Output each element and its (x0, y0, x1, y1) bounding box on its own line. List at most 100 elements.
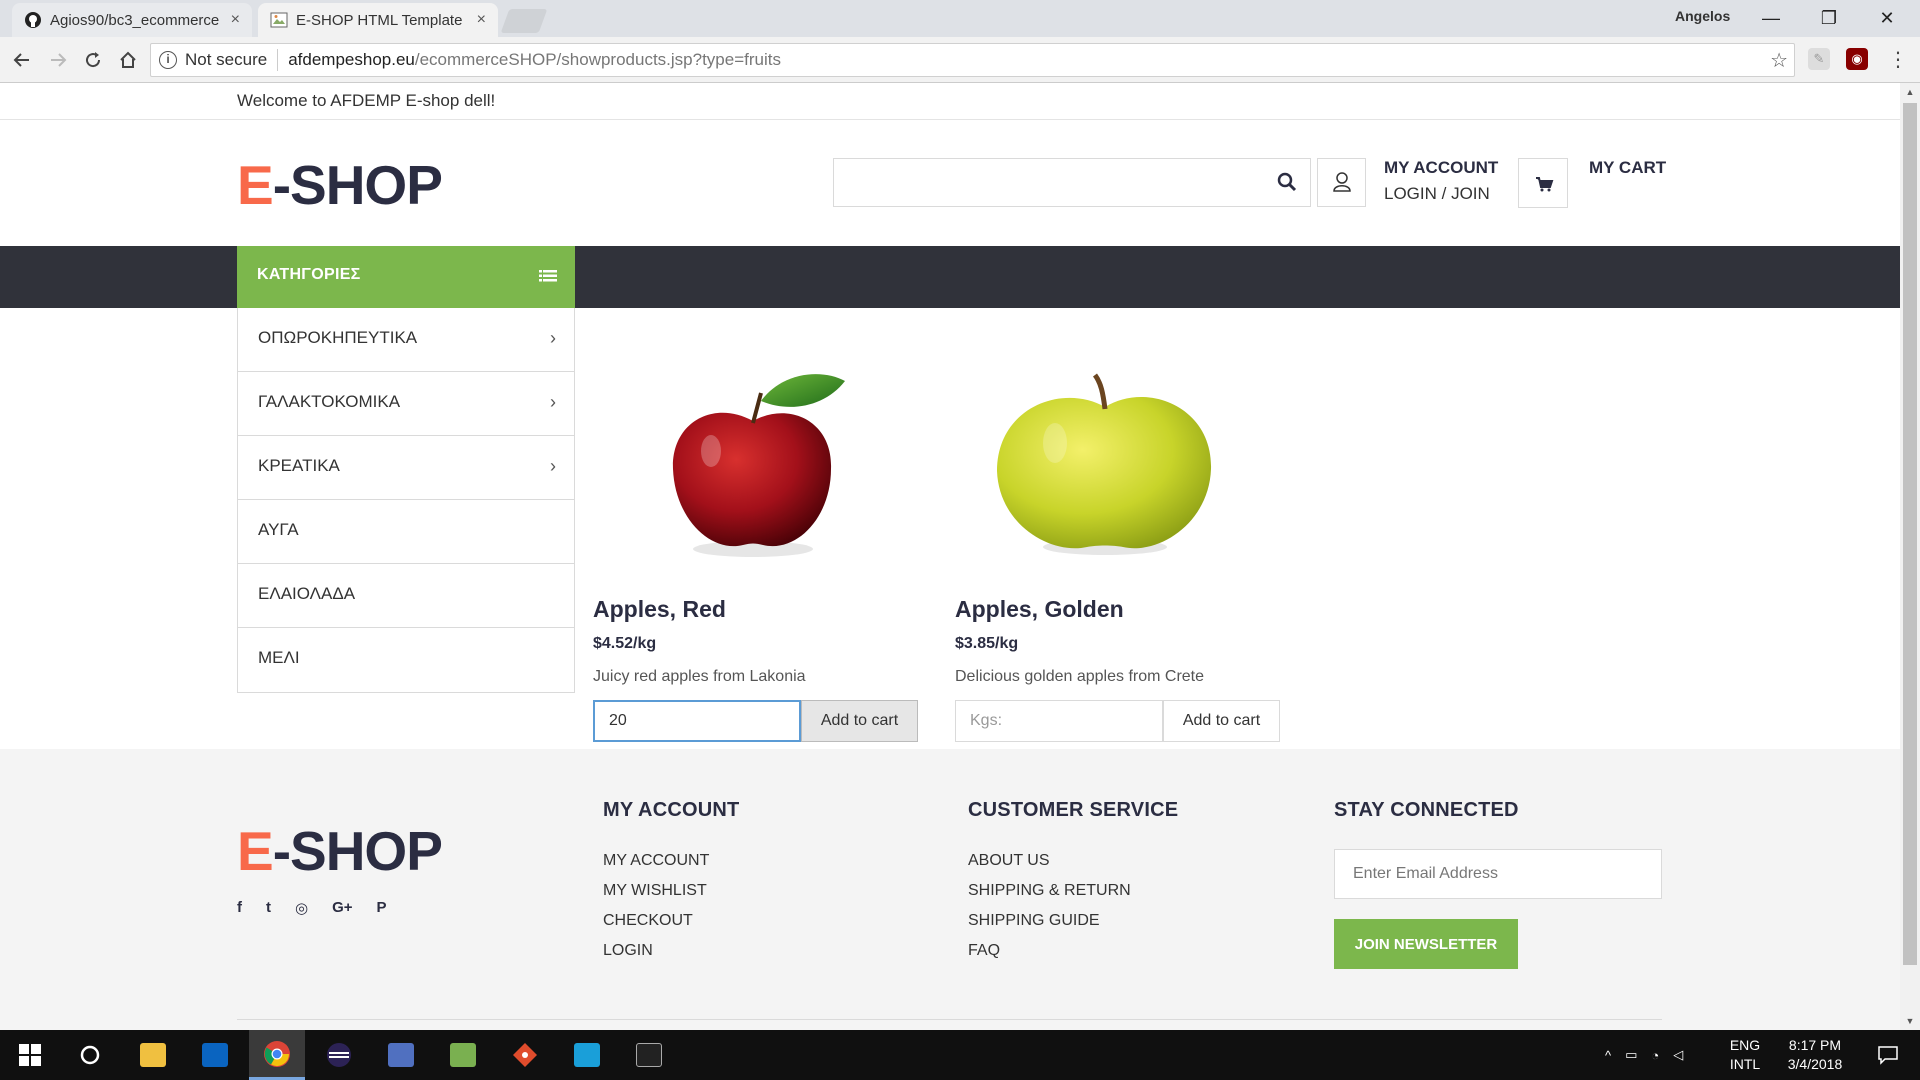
back-icon[interactable] (8, 46, 36, 74)
file-explorer-icon[interactable] (125, 1030, 181, 1080)
quantity-input[interactable] (955, 700, 1163, 742)
newsletter-email-input[interactable] (1334, 849, 1662, 899)
footer-link-about-us[interactable]: ABOUT US (968, 852, 1178, 882)
cart-icon (1536, 177, 1554, 192)
forward-icon[interactable] (44, 46, 72, 74)
scroll-up-icon[interactable]: ▲ (1900, 83, 1920, 101)
page-scrollbar[interactable]: ▲ ▼ (1900, 83, 1920, 1030)
tab-close-icon[interactable]: × (477, 11, 486, 29)
footer-link-shipping-return[interactable]: SHIPPING & RETURN (968, 882, 1178, 912)
logo-letter: E (237, 820, 274, 882)
webstorm-icon[interactable] (559, 1030, 615, 1080)
restore-icon[interactable]: ❐ (1806, 4, 1852, 32)
add-to-cart-button[interactable]: Add to cart (801, 700, 918, 742)
logo-text: -SHOP (272, 154, 443, 216)
git-icon[interactable] (497, 1030, 553, 1080)
categories-header[interactable]: ΚΑΤΗΓΟΡΙΕΣ (237, 246, 575, 308)
category-label: ΕΛΑΙΟΛΑΔΑ (258, 584, 356, 603)
category-item-olive-oil[interactable]: ΕΛΑΙΟΛΑΔΑ (238, 564, 574, 628)
product-name[interactable]: Apples, Red (593, 596, 923, 623)
search-icon[interactable] (1276, 171, 1298, 193)
profile-name[interactable]: Angelos (1675, 8, 1730, 24)
battery-icon[interactable]: ▭ (1625, 1047, 1637, 1063)
input-language[interactable]: ENG INTL (1720, 1036, 1770, 1074)
category-item-dairy[interactable]: ΓΑΛΑΚΤΟΚΟΜΙΚΑ › (238, 372, 574, 436)
notifications-icon[interactable] (1860, 1030, 1916, 1080)
login-join-link[interactable]: LOGIN / JOIN (1384, 184, 1498, 204)
browser-tab-strip: Agios90/bc3_ecommerce × E-SHOP HTML Temp… (0, 0, 1920, 37)
tab-eshop[interactable]: E-SHOP HTML Template × (258, 3, 498, 37)
add-to-cart-button[interactable]: Add to cart (1163, 700, 1280, 742)
minimize-icon[interactable]: — (1748, 4, 1794, 32)
footer-link-my-account[interactable]: MY ACCOUNT (603, 852, 739, 882)
product-price: $3.85/kg (955, 635, 1019, 652)
product-name[interactable]: Apples, Golden (955, 596, 1285, 623)
chevron-up-icon[interactable]: ^ (1605, 1048, 1611, 1063)
account-links[interactable]: MY ACCOUNT LOGIN / JOIN (1384, 158, 1498, 204)
system-tray: ^ ▭ ◔ ◁ (1605, 1030, 1683, 1080)
category-item-meat[interactable]: ΚΡΕΑΤΙΚΑ › (238, 436, 574, 500)
tab-close-icon[interactable]: × (231, 11, 240, 29)
terminal-icon[interactable] (621, 1030, 677, 1080)
wifi-icon[interactable]: ◔ (1651, 1048, 1659, 1063)
category-item-fruits-vegetables[interactable]: ΟΠΩΡΟΚΗΠΕΥΤΙΚΑ › (238, 308, 574, 372)
security-label[interactable]: Not secure (185, 50, 267, 70)
address-bar[interactable]: i Not secure afdempeshop.eu /ecommerceSH… (150, 43, 1795, 77)
cortana-icon[interactable] (62, 1030, 118, 1080)
new-tab-button[interactable] (500, 9, 548, 33)
windows-start-icon[interactable] (2, 1030, 58, 1080)
url-host: afdempeshop.eu (288, 50, 415, 69)
join-newsletter-button[interactable]: JOIN NEWSLETTER (1334, 919, 1518, 969)
product-image-golden-apple[interactable] (955, 341, 1285, 571)
footer-link-faq[interactable]: FAQ (968, 942, 1178, 972)
outlook-icon[interactable] (187, 1030, 243, 1080)
list-menu-icon[interactable] (539, 268, 557, 284)
clock[interactable]: 8:17 PM 3/4/2018 (1775, 1036, 1855, 1074)
keyboard-layout: INTL (1729, 1056, 1761, 1072)
scroll-down-icon[interactable]: ▼ (1900, 1012, 1920, 1030)
chrome-icon[interactable] (249, 1030, 305, 1080)
close-window-icon[interactable]: ✕ (1864, 4, 1910, 32)
product-card: Apples, Golden $3.85/kg Delicious golden… (955, 341, 1285, 742)
volume-icon[interactable]: ◁ (1673, 1047, 1683, 1063)
extension-icon[interactable]: ✎ (1808, 48, 1830, 70)
bookmark-star-icon[interactable]: ☆ (1770, 48, 1788, 73)
product-image-red-apple[interactable] (593, 341, 923, 571)
facebook-icon[interactable]: f (237, 899, 242, 917)
account-button[interactable] (1317, 158, 1366, 207)
info-icon[interactable]: i (159, 51, 177, 69)
category-label: ΜΕΛΙ (258, 648, 300, 667)
network-tool-icon[interactable] (373, 1030, 429, 1080)
category-item-honey[interactable]: ΜΕΛΙ (238, 628, 574, 692)
chevron-right-icon: › (550, 392, 556, 412)
footer-logo[interactable]: E-SHOP (237, 819, 443, 883)
pinterest-icon[interactable]: P (377, 899, 387, 917)
category-item-eggs[interactable]: ΑΥΓΑ (238, 500, 574, 564)
add-to-cart-form: Add to cart (593, 700, 923, 742)
google-plus-icon[interactable]: G+ (332, 899, 352, 917)
windows-taskbar: ^ ▭ ◔ ◁ ENG INTL 8:17 PM 3/4/2018 (0, 1030, 1920, 1080)
ublock-icon[interactable]: ◉ (1846, 48, 1868, 70)
search-input[interactable] (834, 159, 1254, 206)
footer-link-my-wishlist[interactable]: MY WISHLIST (603, 882, 739, 912)
notepad-icon[interactable] (435, 1030, 491, 1080)
home-icon[interactable] (114, 46, 142, 74)
categories-title: ΚΑΤΗΓΟΡΙΕΣ (257, 266, 361, 283)
reload-icon[interactable] (79, 46, 107, 74)
tab-github[interactable]: Agios90/bc3_ecommerce × (12, 3, 252, 37)
cart-button[interactable] (1518, 158, 1568, 208)
scrollbar-thumb[interactable] (1903, 103, 1917, 965)
site-logo[interactable]: E-SHOP (237, 153, 443, 217)
my-account-title[interactable]: MY ACCOUNT (1384, 158, 1498, 178)
instagram-icon[interactable]: ◎ (295, 899, 308, 917)
footer-link-checkout[interactable]: CHECKOUT (603, 912, 739, 942)
footer-link-shipping-guide[interactable]: SHIPPING GUIDE (968, 912, 1178, 942)
browser-toolbar: i Not secure afdempeshop.eu /ecommerceSH… (0, 37, 1920, 83)
chevron-right-icon: › (550, 456, 556, 476)
chrome-menu-icon[interactable]: ⋮ (1884, 46, 1912, 74)
my-cart-label[interactable]: MY CART (1589, 158, 1666, 178)
eclipse-icon[interactable] (311, 1030, 367, 1080)
quantity-input[interactable] (593, 700, 801, 742)
footer-link-login[interactable]: LOGIN (603, 942, 739, 972)
twitter-icon[interactable]: t (266, 899, 271, 917)
